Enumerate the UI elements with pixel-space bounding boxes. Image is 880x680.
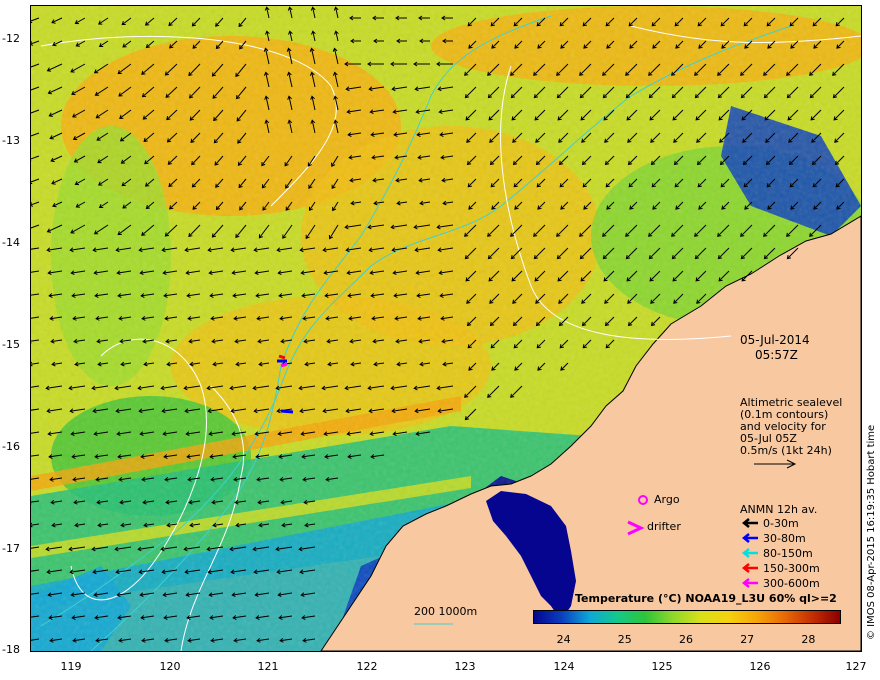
- drifter-label: drifter: [647, 520, 681, 533]
- anmn-arrow-icon: [742, 548, 758, 558]
- colorbar-tick-label: 24: [556, 633, 571, 646]
- mooring-marker: [280, 362, 288, 368]
- colorbar-tick-label: 27: [740, 633, 755, 646]
- anmn-arrow-icon: [742, 518, 758, 528]
- y-tick-label: -15: [2, 338, 20, 351]
- anmn-arrow-icon: [742, 578, 758, 588]
- colorbar: [533, 610, 841, 624]
- anmn-item-label: 80-150m: [763, 547, 813, 560]
- anmn-item-label: 30-80m: [763, 532, 806, 545]
- y-tick-label: -17: [2, 542, 20, 555]
- y-tick-label: -18: [2, 643, 20, 656]
- mooring-marker: [278, 354, 286, 360]
- x-tick-label: 127: [845, 660, 867, 673]
- sst-map[interactable]: [30, 5, 862, 652]
- colorbar-tick-label: 26: [679, 633, 693, 646]
- anmn-arrow-icon: [742, 533, 758, 543]
- x-tick-label: 125: [651, 660, 673, 673]
- colorbar-title: Temperature (°C) NOAA19_L3U 60% ql>=2: [575, 592, 837, 605]
- anmn-arrow-icon: [742, 563, 758, 573]
- anmn-title: ANMN 12h av.: [740, 503, 818, 516]
- y-tick-label: -14: [2, 236, 20, 249]
- altimetry-line: 0.5m/s (1kt 24h): [740, 444, 832, 457]
- credit-line: © IMOS 08-Apr-2015 16:19:35 Hobart time: [866, 424, 877, 640]
- y-tick-label: -12: [2, 32, 20, 45]
- argo-label: Argo: [654, 493, 680, 506]
- x-tick-label: 121: [257, 660, 279, 673]
- colorbar-tick-label: 28: [801, 633, 816, 646]
- anmn-item-label: 300-600m: [763, 577, 820, 590]
- map-date: 05-Jul-2014: [740, 333, 810, 347]
- x-tick-label: 122: [356, 660, 378, 673]
- sst-map-canvas: [31, 6, 861, 651]
- y-tick-label: -16: [2, 440, 20, 453]
- y-tick-label: -13: [2, 134, 20, 147]
- x-tick-label: 120: [159, 660, 181, 673]
- x-tick-label: 123: [454, 660, 476, 673]
- map-time: 05:57Z: [755, 348, 798, 362]
- x-tick-label: 119: [60, 660, 82, 673]
- x-tick-label: 126: [749, 660, 771, 673]
- isobath-label: 200 1000m: [414, 605, 478, 618]
- x-tick-label: 124: [553, 660, 575, 673]
- mooring-marker: [280, 409, 294, 414]
- colorbar-tick-label: 25: [617, 633, 632, 646]
- anmn-item-label: 150-300m: [763, 562, 820, 575]
- anmn-item-label: 0-30m: [763, 517, 799, 530]
